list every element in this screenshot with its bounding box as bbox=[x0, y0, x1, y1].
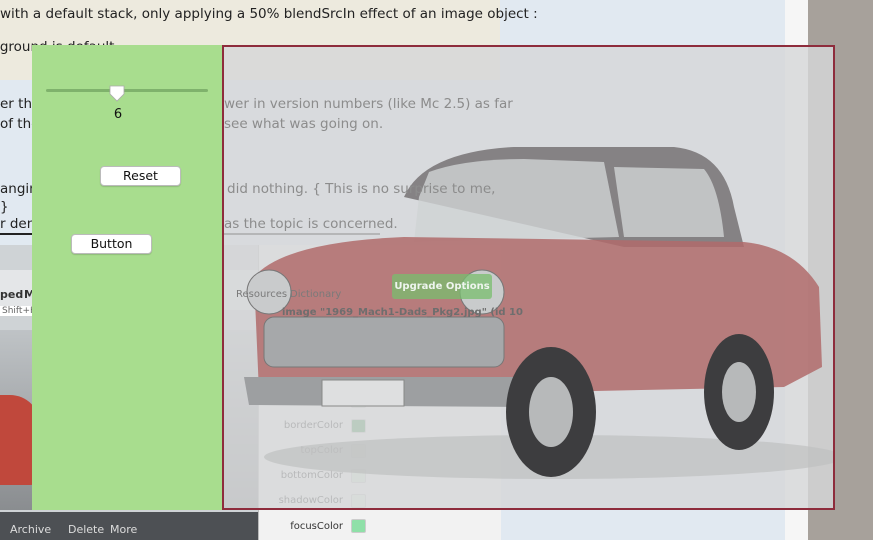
forum-text: } bbox=[0, 199, 9, 215]
color-swatch[interactable] bbox=[351, 519, 366, 533]
forum-text: see what was going on. bbox=[224, 116, 384, 132]
delete-button[interactable]: Delete bbox=[68, 523, 104, 536]
mail-actions-bar: Archive Delete More bbox=[0, 512, 258, 540]
forum-text: with a default stack, only applying a 50… bbox=[0, 6, 538, 22]
more-button[interactable]: More bbox=[110, 523, 137, 536]
dictionary-tab[interactable]: Dictionary bbox=[290, 289, 341, 300]
image-window-title: image "1969_Mach1-Dads_Pkg2.jpg" (id 10 bbox=[282, 307, 523, 318]
slider-value: 6 bbox=[113, 107, 123, 122]
forum-text: as the topic is concerned. bbox=[224, 216, 398, 232]
image-overlay bbox=[222, 45, 835, 510]
forum-text: did nothing. { This is no surprise to me… bbox=[227, 181, 496, 197]
upgrade-options-button[interactable]: Upgrade Options bbox=[392, 274, 492, 299]
button[interactable]: Button bbox=[71, 234, 152, 254]
prop-label: focusColor bbox=[290, 521, 343, 532]
archive-button[interactable]: Archive bbox=[10, 523, 51, 536]
resources-tab[interactable]: Resources bbox=[236, 289, 287, 300]
slider-track[interactable] bbox=[46, 89, 208, 92]
forum-text: wer in version numbers (like Mc 2.5) as … bbox=[224, 96, 513, 112]
slider-thumb[interactable] bbox=[108, 84, 126, 102]
forum-text: r den bbox=[0, 216, 36, 232]
reset-button[interactable]: Reset bbox=[100, 166, 181, 186]
toolbar-item[interactable]: ped bbox=[0, 288, 23, 301]
